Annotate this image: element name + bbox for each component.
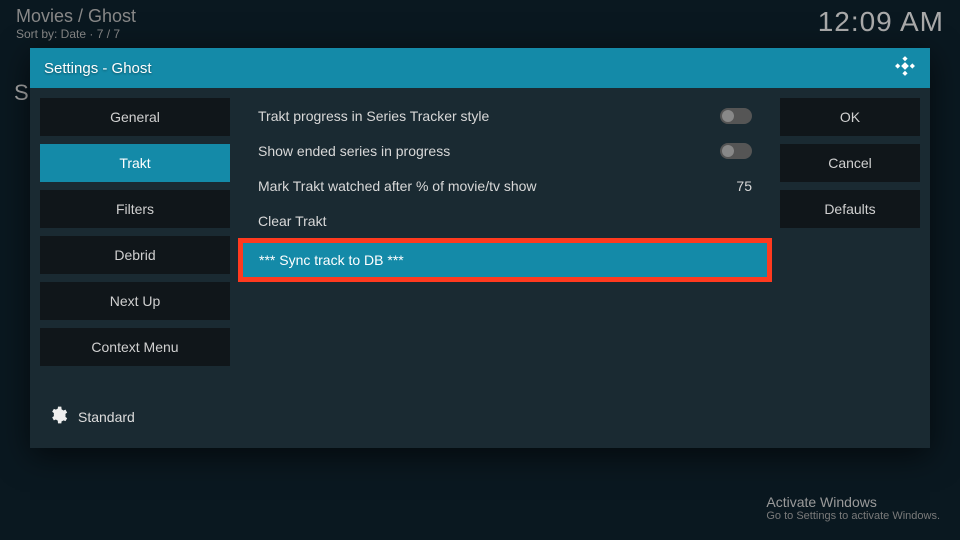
breadcrumb-block: Movies / Ghost Sort by: Date · 7 / 7 bbox=[16, 6, 136, 41]
setting-trakt-progress-style[interactable]: Trakt progress in Series Tracker style bbox=[244, 98, 766, 133]
setting-label: Clear Trakt bbox=[258, 213, 326, 229]
cancel-button[interactable]: Cancel bbox=[780, 144, 920, 182]
watermark-subtitle: Go to Settings to activate Windows. bbox=[766, 510, 940, 522]
settings-level-label: Standard bbox=[78, 409, 135, 425]
defaults-button[interactable]: Defaults bbox=[780, 190, 920, 228]
setting-show-ended-series[interactable]: Show ended series in progress bbox=[244, 133, 766, 168]
settings-level-button[interactable]: Standard bbox=[40, 395, 230, 438]
setting-label: Show ended series in progress bbox=[258, 143, 450, 159]
settings-list: Trakt progress in Series Tracker style S… bbox=[238, 98, 772, 438]
dialog-body: General Trakt Filters Debrid Next Up Con… bbox=[30, 88, 930, 448]
category-list: General Trakt Filters Debrid Next Up Con… bbox=[40, 98, 230, 438]
category-context-menu[interactable]: Context Menu bbox=[40, 328, 230, 366]
gear-icon bbox=[48, 405, 68, 428]
background-header: Movies / Ghost Sort by: Date · 7 / 7 12:… bbox=[0, 0, 960, 43]
toggle-off-icon[interactable] bbox=[720, 143, 752, 159]
setting-label: *** Sync track to DB *** bbox=[259, 252, 404, 268]
setting-label: Trakt progress in Series Tracker style bbox=[258, 108, 489, 124]
dialog-titlebar: Settings - Ghost bbox=[30, 48, 930, 88]
setting-sync-track-to-db[interactable]: *** Sync track to DB *** bbox=[238, 238, 772, 282]
category-next-up[interactable]: Next Up bbox=[40, 282, 230, 320]
stray-letter: S bbox=[14, 80, 29, 106]
kodi-logo-icon bbox=[894, 55, 916, 81]
setting-value: 75 bbox=[736, 178, 752, 194]
setting-label: Mark Trakt watched after % of movie/tv s… bbox=[258, 178, 537, 194]
category-general[interactable]: General bbox=[40, 98, 230, 136]
category-trakt[interactable]: Trakt bbox=[40, 144, 230, 182]
ok-button[interactable]: OK bbox=[780, 98, 920, 136]
category-filters[interactable]: Filters bbox=[40, 190, 230, 228]
setting-mark-watched-percent[interactable]: Mark Trakt watched after % of movie/tv s… bbox=[244, 168, 766, 203]
sort-line: Sort by: Date · 7 / 7 bbox=[16, 27, 136, 41]
category-debrid[interactable]: Debrid bbox=[40, 236, 230, 274]
breadcrumb: Movies / Ghost bbox=[16, 6, 136, 27]
dialog-title-text: Settings - Ghost bbox=[44, 60, 152, 77]
dialog-actions: OK Cancel Defaults bbox=[780, 98, 920, 438]
watermark-title: Activate Windows bbox=[766, 494, 940, 510]
toggle-off-icon[interactable] bbox=[720, 108, 752, 124]
setting-clear-trakt[interactable]: Clear Trakt bbox=[244, 203, 766, 238]
windows-activation-watermark: Activate Windows Go to Settings to activ… bbox=[766, 494, 940, 522]
settings-dialog: Settings - Ghost General Trakt Filters D… bbox=[30, 48, 930, 448]
clock: 12:09 AM bbox=[818, 6, 944, 38]
